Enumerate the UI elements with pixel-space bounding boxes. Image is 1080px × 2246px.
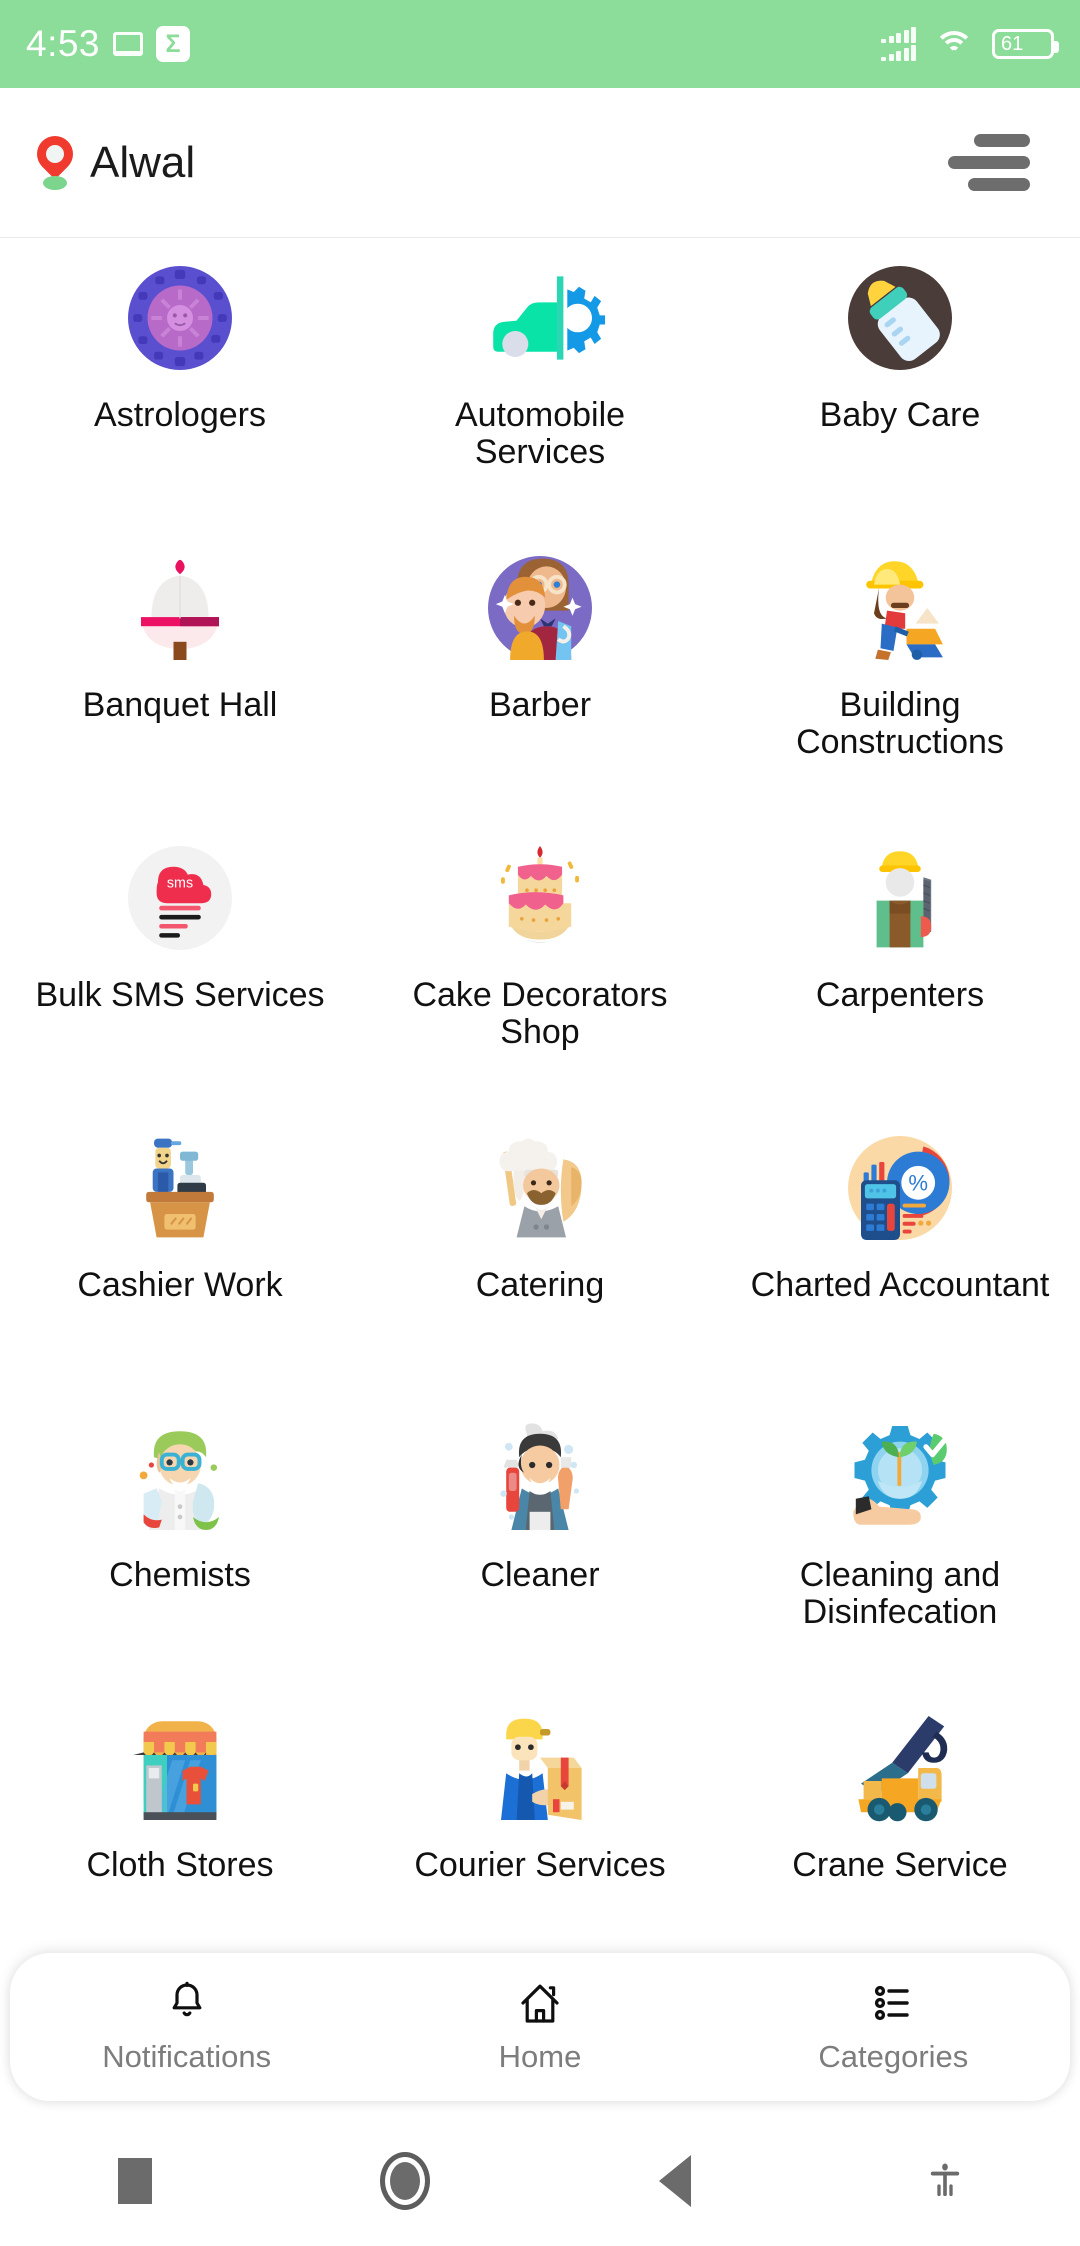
category-grid: Astrologers Automobile Services Baby Car… — [0, 239, 1080, 1939]
astrology-wheel-icon — [115, 253, 245, 383]
nav-item-notifications[interactable]: Notifications — [10, 1979, 363, 2075]
category-label: Banquet Hall — [82, 686, 278, 724]
category-item-charted-accountant[interactable]: % Charted Accountant — [720, 1123, 1080, 1413]
category-item-automobile-services[interactable]: Automobile Services — [360, 253, 720, 543]
home-button[interactable] — [270, 2152, 540, 2210]
category-label: Cloth Stores — [86, 1846, 274, 1884]
dual-signal-bars-icon — [881, 26, 916, 61]
category-label: Cake Decorators Shop — [412, 976, 668, 1051]
svg-text:sms: sms — [167, 876, 193, 892]
category-item-cloth-stores[interactable]: Cloth Stores — [0, 1703, 360, 1993]
baby-bottle-icon — [835, 253, 965, 383]
category-item-cleaner[interactable]: Cleaner — [360, 1413, 720, 1703]
crane-truck-icon — [835, 1703, 965, 1833]
category-label: Chemists — [109, 1556, 251, 1594]
cast-screen-icon — [113, 32, 144, 56]
app-screen: 4:53 Σ 61 Alwal Astrologers Automobile S… — [0, 0, 1080, 2246]
category-label: Cleaner — [480, 1556, 600, 1594]
status-bar-left: 4:53 Σ — [26, 23, 191, 65]
category-item-cake-decorators-shop[interactable]: Cake Decorators Shop — [360, 833, 720, 1123]
category-item-carpenters[interactable]: Carpenters — [720, 833, 1080, 1123]
banquet-canopy-icon — [115, 543, 245, 673]
nav-item-home[interactable]: Home — [363, 1979, 716, 2075]
nav-label: Home — [498, 2039, 582, 2074]
wifi-icon — [934, 29, 974, 59]
back-button[interactable] — [540, 2155, 810, 2207]
nav-label: Notifications — [102, 2039, 272, 2074]
cashier-counter-icon — [115, 1123, 245, 1253]
hamburger-menu-icon[interactable] — [938, 124, 1040, 201]
category-label: Astrologers — [94, 396, 266, 434]
status-bar-right: 61 — [881, 26, 1059, 61]
sms-cloud-icon: sms — [115, 833, 245, 963]
category-label: Cleaning and Disinfecation — [799, 1556, 1001, 1631]
category-label: Crane Service — [792, 1846, 1008, 1884]
category-label: Catering — [475, 1266, 605, 1304]
eco-gear-hand-icon — [835, 1413, 965, 1543]
category-item-banquet-hall[interactable]: Banquet Hall — [0, 543, 360, 833]
recents-button[interactable] — [0, 2158, 270, 2204]
category-item-chemists[interactable]: Chemists — [0, 1413, 360, 1703]
category-item-cashier-work[interactable]: Cashier Work — [0, 1123, 360, 1413]
app-header: Alwal — [0, 88, 1080, 238]
category-item-baby-care[interactable]: Baby Care — [720, 253, 1080, 543]
courier-parcel-icon — [475, 1703, 605, 1833]
category-item-catering[interactable]: Catering — [360, 1123, 720, 1413]
category-label: Courier Services — [414, 1846, 666, 1884]
clothing-shop-icon — [115, 1703, 245, 1833]
category-label: Charted Accountant — [750, 1266, 1050, 1304]
list-icon — [875, 1985, 910, 2021]
chef-icon — [475, 1123, 605, 1253]
cleaner-spray-icon — [475, 1413, 605, 1543]
battery-level: 61 — [1001, 32, 1024, 55]
car-gear-icon — [475, 253, 605, 383]
battery-icon: 61 — [992, 29, 1059, 59]
category-label: Barber — [488, 686, 592, 724]
nav-item-categories[interactable]: Categories — [717, 1979, 1070, 2075]
bell-icon — [172, 1981, 202, 2017]
status-bar: 4:53 Σ 61 — [0, 0, 1080, 88]
category-item-crane-service[interactable]: Crane Service — [720, 1703, 1080, 1993]
system-navigation-bar — [0, 2116, 1080, 2246]
category-item-astrologers[interactable]: Astrologers — [0, 253, 360, 543]
accessibility-icon — [930, 2163, 960, 2196]
category-item-cleaning-and-disinfecation[interactable]: Cleaning and Disinfecation — [720, 1413, 1080, 1703]
category-label: Baby Care — [819, 396, 981, 434]
accessibility-button[interactable] — [810, 2159, 1080, 2203]
construction-worker-icon — [835, 543, 965, 673]
calculator-piechart-icon: % — [835, 1123, 965, 1253]
carpenter-saw-icon — [835, 833, 965, 963]
sigma-badge-icon: Σ — [156, 26, 191, 62]
tiered-cake-icon — [475, 833, 605, 963]
category-label: Automobile Services — [454, 396, 626, 471]
category-item-bulk-sms-services[interactable]: sms Bulk SMS Services — [0, 833, 360, 1123]
category-item-courier-services[interactable]: Courier Services — [360, 1703, 720, 1993]
category-label: Carpenters — [815, 976, 985, 1014]
home-icon — [521, 1984, 559, 2023]
category-label: Cashier Work — [77, 1266, 283, 1304]
svg-text:%: % — [908, 1171, 928, 1196]
chemist-scientist-icon — [115, 1413, 245, 1543]
location-pin-icon — [29, 128, 81, 190]
category-item-barber[interactable]: Barber — [360, 543, 720, 833]
location-selector[interactable]: Alwal — [29, 128, 196, 190]
nav-label: Categories — [818, 2039, 969, 2074]
category-label: Bulk SMS Services — [35, 976, 325, 1014]
category-label: Building Constructions — [796, 686, 1004, 761]
location-name: Alwal — [90, 137, 196, 187]
barber-people-icon — [475, 543, 605, 673]
status-time: 4:53 — [26, 23, 101, 64]
bottom-navigation: Notifications Home Categories — [10, 1953, 1070, 2101]
category-item-building-constructions[interactable]: Building Constructions — [720, 543, 1080, 833]
